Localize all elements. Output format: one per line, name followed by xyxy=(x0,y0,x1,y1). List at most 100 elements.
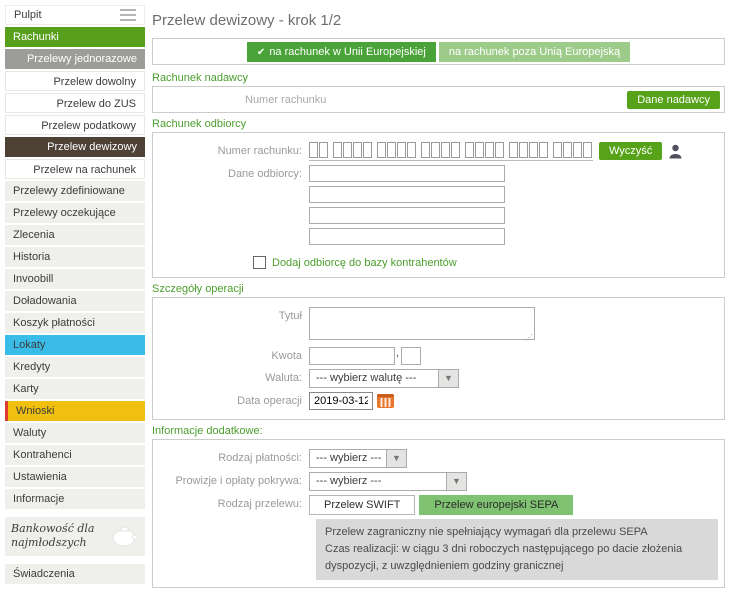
swift-transfer-button[interactable]: Przelew SWIFT xyxy=(309,495,415,515)
account-digit-box[interactable] xyxy=(431,142,440,158)
sidebar-item-doladowania[interactable]: Doładowania xyxy=(5,291,145,311)
title-textarea[interactable] xyxy=(309,307,535,340)
recipient-name-input-3[interactable] xyxy=(309,207,505,224)
chevron-down-icon[interactable]: ▼ xyxy=(439,369,459,388)
sidebar-item-karty[interactable]: Karty xyxy=(5,379,145,399)
main-content: Przelew dewizowy - krok 1/2 ✔na rachunek… xyxy=(145,5,735,596)
account-digit-box[interactable] xyxy=(495,142,504,158)
recipient-details-fields xyxy=(309,165,505,249)
additional-section-box: Rodzaj płatności: --- wybierz --- ▼ Prow… xyxy=(152,439,725,588)
recipient-name-input-1[interactable] xyxy=(309,165,505,182)
account-digit-box[interactable] xyxy=(363,142,372,158)
sidebar-item-label: Przelewy jednorazowe xyxy=(27,53,137,65)
account-digit-box[interactable] xyxy=(529,142,538,158)
sidebar-item-label: Kredyty xyxy=(13,361,50,373)
sidebar-item-pulpit[interactable]: Pulpit xyxy=(5,5,145,25)
tab-eu-account[interactable]: ✔na rachunek w Unii Europejskiej xyxy=(247,42,436,62)
account-digit-box[interactable] xyxy=(421,142,430,158)
account-digit-box[interactable] xyxy=(573,142,582,158)
account-digit-box[interactable] xyxy=(465,142,474,158)
account-digit-box[interactable] xyxy=(353,142,362,158)
operation-section-title: Szczegóły operacji xyxy=(152,283,725,295)
sidebar-item-przelew-podatkowy[interactable]: Przelew podatkowy xyxy=(5,115,145,135)
sidebar-item-ustawienia[interactable]: Ustawienia xyxy=(5,467,145,487)
recipient-name-input-4[interactable] xyxy=(309,228,505,245)
amount-input[interactable] xyxy=(309,347,395,365)
account-digit-box[interactable] xyxy=(333,142,342,158)
account-digit-box[interactable] xyxy=(539,142,548,158)
account-digit-box[interactable] xyxy=(343,142,352,158)
amount-separator: , xyxy=(396,347,399,359)
hamburger-menu-icon[interactable] xyxy=(120,6,136,24)
sidebar-item-przelew-na-rachunek-wlasny[interactable]: Przelew na rachunek własny xyxy=(5,159,145,179)
calendar-icon[interactable] xyxy=(376,392,395,410)
payment-type-label: Rodzaj płatności: xyxy=(159,449,309,464)
recipient-account-number-input[interactable] xyxy=(309,142,593,161)
payment-type-select[interactable]: --- wybierz --- ▼ xyxy=(309,449,407,468)
sidebar-item-przelewy-jednorazowe[interactable]: Przelewy jednorazowe xyxy=(5,49,145,69)
sidebar-item-label: Zlecenia xyxy=(13,229,55,241)
sidebar-item-lokaty[interactable]: Lokaty xyxy=(5,335,145,355)
recipient-clear-button[interactable]: Wyczyść xyxy=(599,142,662,160)
account-digit-box[interactable] xyxy=(583,142,592,158)
account-digit-box[interactable] xyxy=(387,142,396,158)
sidebar-item-przelew-do-zus[interactable]: Przelew do ZUS xyxy=(5,93,145,113)
account-digit-box[interactable] xyxy=(441,142,450,158)
sidebar-item-historia[interactable]: Historia xyxy=(5,247,145,267)
add-recipient-checkbox[interactable] xyxy=(253,256,266,269)
sidebar-item-rachunki[interactable]: Rachunki xyxy=(5,27,145,47)
check-icon: ✔ xyxy=(257,47,265,58)
sidebar-item-waluty[interactable]: Waluty xyxy=(5,423,145,443)
sender-account-box: Numer rachunku Dane nadawcy xyxy=(152,86,725,113)
account-digit-box[interactable] xyxy=(563,142,572,158)
sidebar-item-przelewy-zdefiniowane[interactable]: Przelewy zdefiniowane xyxy=(5,181,145,201)
tab-non-eu-account[interactable]: na rachunek poza Unią Europejską xyxy=(439,42,630,62)
account-digit-box[interactable] xyxy=(509,142,518,158)
sidebar-item-wnioski[interactable]: Wnioski xyxy=(5,401,145,421)
account-digit-box[interactable] xyxy=(309,142,318,158)
date-input[interactable] xyxy=(309,392,373,410)
sidebar-item-invoobill[interactable]: Invoobill xyxy=(5,269,145,289)
sidebar-item-label: Przelew do ZUS xyxy=(57,98,136,110)
account-digit-box[interactable] xyxy=(519,142,528,158)
sidebar-item-zlecenia[interactable]: Zlecenia xyxy=(5,225,145,245)
contractor-search-icon[interactable] xyxy=(667,143,684,160)
sidebar-item-przelew-dewizowy[interactable]: Przelew dewizowy xyxy=(5,137,145,157)
account-digit-box[interactable] xyxy=(553,142,562,158)
account-digit-box[interactable] xyxy=(377,142,386,158)
resize-grip-icon[interactable]: ⋰ xyxy=(525,335,533,341)
sidebar-item-swiadczenia[interactable]: Świadczenia xyxy=(5,564,145,584)
chevron-down-icon[interactable]: ▼ xyxy=(387,449,407,468)
account-digit-box[interactable] xyxy=(319,142,328,158)
sidebar-item-kontrahenci[interactable]: Kontrahenci xyxy=(5,445,145,465)
sidebar-item-przelewy-oczekujace[interactable]: Przelewy oczekujące xyxy=(5,203,145,223)
sidebar-item-label: Koszyk płatności xyxy=(13,317,95,329)
title-label: Tytuł xyxy=(159,307,309,322)
sidebar-item-label: Informacje xyxy=(13,493,64,505)
sidebar-item-koszyk-platnosci[interactable]: Koszyk płatności xyxy=(5,313,145,333)
sidebar-item-label: Przelewy oczekujące xyxy=(13,207,116,219)
chevron-down-icon[interactable]: ▼ xyxy=(447,472,467,491)
account-digit-box[interactable] xyxy=(485,142,494,158)
tab-label: na rachunek poza Unią Europejską xyxy=(449,46,620,58)
sidebar-nav: Pulpit Rachunki Przelewy jednorazowe Prz… xyxy=(5,5,145,596)
sepa-transfer-button[interactable]: Przelew europejski SEPA xyxy=(419,495,573,515)
sidebar-item-label: Ustawienia xyxy=(13,471,67,483)
fees-select[interactable]: --- wybierz --- ▼ xyxy=(309,472,467,491)
recipient-details-label: Dane odbiorcy: xyxy=(159,165,309,180)
account-digit-box[interactable] xyxy=(407,142,416,158)
sidebar-item-informacje[interactable]: Informacje xyxy=(5,489,145,509)
sidebar-item-bankowosc-dla-najmlodszych[interactable]: Bankowość dla najmłodszych xyxy=(5,517,145,556)
currency-select[interactable]: --- wybierz walutę --- ▼ xyxy=(309,369,459,388)
sidebar-item-kredyty[interactable]: Kredyty xyxy=(5,357,145,377)
amount-decimal-input[interactable] xyxy=(401,347,421,365)
account-digit-box[interactable] xyxy=(475,142,484,158)
recipient-section-title: Rachunek odbiorcy xyxy=(152,118,725,130)
sidebar-item-przelew-dowolny[interactable]: Przelew dowolny xyxy=(5,71,145,91)
account-digit-box[interactable] xyxy=(451,142,460,158)
sender-details-button[interactable]: Dane nadawcy xyxy=(627,91,720,109)
account-digit-box[interactable] xyxy=(397,142,406,158)
sender-account-placeholder: Numer rachunku xyxy=(245,94,326,106)
sidebar-item-label: Lokaty xyxy=(13,339,45,351)
recipient-name-input-2[interactable] xyxy=(309,186,505,203)
